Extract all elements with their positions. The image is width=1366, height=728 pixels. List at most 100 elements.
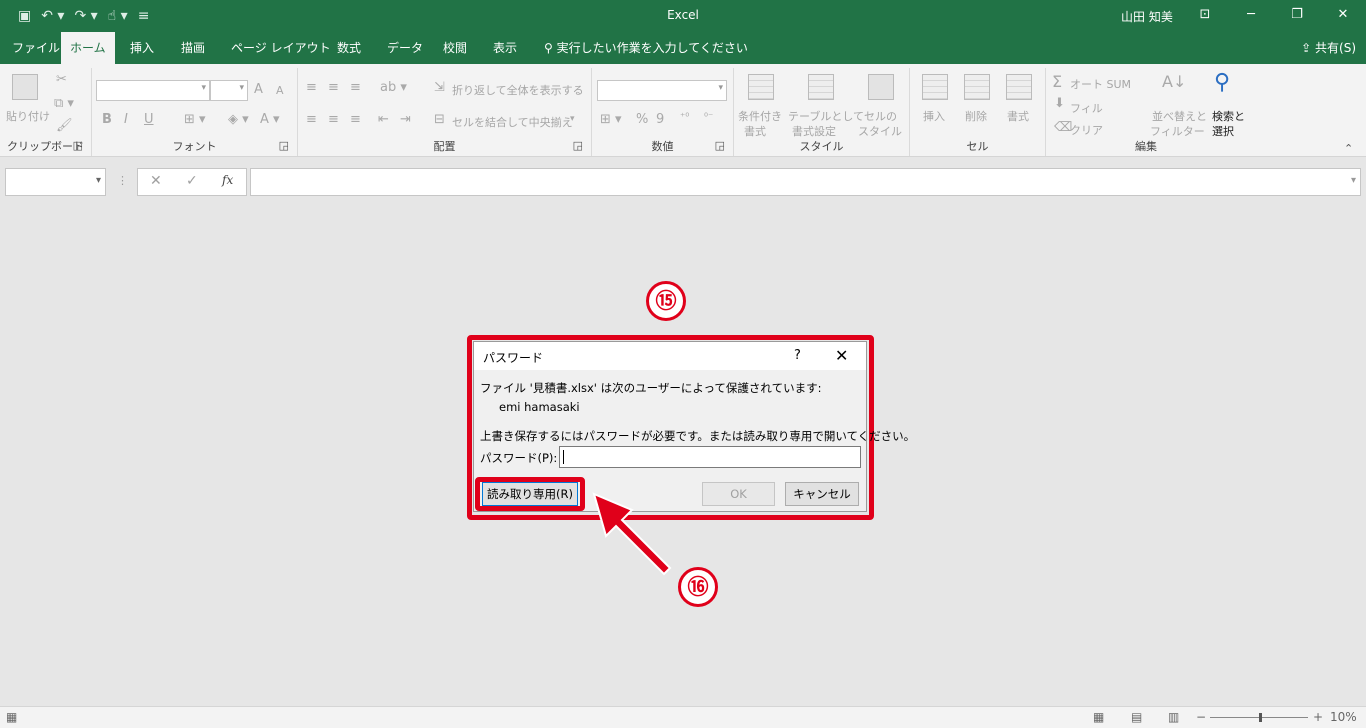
border-icon[interactable]: ⊞ ▾: [184, 112, 206, 127]
tab-page-layout[interactable]: ページ レイアウト: [222, 32, 340, 64]
ok-button[interactable]: OK: [702, 482, 775, 506]
increase-decimal-icon[interactable]: ⁺⁰: [680, 112, 689, 123]
dialog-launcher-icon[interactable]: ◲: [279, 139, 289, 152]
align-top-icon[interactable]: ≡: [306, 80, 317, 95]
dialog-launcher-icon[interactable]: ◲: [73, 139, 83, 152]
italic-button[interactable]: I: [124, 112, 128, 127]
format-cells-label[interactable]: 書式: [1007, 108, 1029, 124]
align-bottom-icon[interactable]: ≡: [350, 80, 361, 95]
align-center-icon[interactable]: ≡: [328, 112, 339, 127]
align-right-icon[interactable]: ≡: [350, 112, 361, 127]
formula-bar-grip[interactable]: ⋮: [117, 174, 128, 187]
fill-button[interactable]: フィル: [1070, 100, 1103, 116]
merge-icon[interactable]: ⊟: [434, 112, 445, 127]
collapse-ribbon-icon[interactable]: ⌃: [1344, 142, 1353, 155]
comma-button[interactable]: 9: [656, 112, 664, 127]
clear-button[interactable]: クリア: [1070, 122, 1103, 138]
tab-file[interactable]: ファイル: [3, 32, 69, 64]
close-icon[interactable]: ✕: [1320, 0, 1366, 32]
share-button[interactable]: ⇪ 共有(S): [1301, 32, 1356, 64]
insert-cells-icon[interactable]: [922, 74, 948, 100]
tell-me-box[interactable]: ⚲ 実行したい作業を入力してください: [544, 32, 748, 64]
font-color-icon[interactable]: A ▾: [260, 112, 280, 127]
find-select-label-2[interactable]: 選択: [1212, 123, 1234, 139]
shrink-font-icon[interactable]: A: [276, 84, 284, 97]
align-middle-icon[interactable]: ≡: [328, 80, 339, 95]
cell-styles-label-2[interactable]: スタイル: [858, 123, 902, 139]
conditional-format-icon[interactable]: [748, 74, 774, 100]
restore-icon[interactable]: ❐: [1274, 0, 1320, 32]
fill-color-icon[interactable]: ◈ ▾: [228, 112, 249, 127]
dialog-launcher-icon[interactable]: ◲: [573, 139, 583, 152]
sort-filter-label-2[interactable]: フィルター: [1150, 123, 1205, 139]
cancel-entry-icon[interactable]: ✕: [150, 173, 162, 189]
find-select-label-1[interactable]: 検索と: [1212, 108, 1245, 124]
paste-label[interactable]: 貼り付け: [6, 108, 50, 124]
dialog-launcher-icon[interactable]: ◲: [715, 139, 725, 152]
conditional-format-label-2[interactable]: 書式: [744, 123, 766, 139]
format-as-table-label-1[interactable]: テーブルとして: [788, 108, 864, 124]
merge-center-button[interactable]: セルを結合して中央揃え: [452, 114, 573, 130]
insert-cells-label[interactable]: 挿入: [923, 108, 945, 124]
autosum-button[interactable]: オート SUM: [1070, 76, 1131, 92]
cell-styles-icon[interactable]: [868, 74, 894, 100]
number-format-combo[interactable]: [597, 80, 727, 101]
tab-review[interactable]: 校閲: [434, 32, 476, 64]
find-select-icon[interactable]: ⚲: [1214, 70, 1230, 95]
format-cells-icon[interactable]: [1006, 74, 1032, 100]
page-layout-view-icon[interactable]: ▤: [1131, 710, 1142, 724]
zoom-in-button[interactable]: +: [1313, 710, 1323, 724]
formula-input[interactable]: [250, 168, 1361, 196]
zoom-level[interactable]: 10%: [1330, 710, 1357, 724]
tab-home[interactable]: ホーム: [61, 32, 115, 64]
help-icon[interactable]: ?: [794, 348, 801, 363]
tab-view[interactable]: 表示: [484, 32, 526, 64]
zoom-slider-thumb[interactable]: [1259, 713, 1262, 722]
underline-button[interactable]: U: [144, 112, 154, 127]
sort-filter-label-1[interactable]: 並べ替えと: [1152, 108, 1207, 124]
cancel-button[interactable]: キャンセル: [785, 482, 859, 506]
bold-button[interactable]: B: [102, 112, 112, 127]
increase-indent-icon[interactable]: ⇥: [400, 112, 411, 127]
close-icon[interactable]: ✕: [835, 346, 848, 365]
paste-icon[interactable]: [12, 74, 38, 100]
tab-data[interactable]: データ: [378, 32, 432, 64]
delete-cells-icon[interactable]: [964, 74, 990, 100]
page-break-view-icon[interactable]: ▥: [1168, 710, 1179, 724]
decrease-indent-icon[interactable]: ⇤: [378, 112, 389, 127]
cell-styles-label-1[interactable]: セルの: [864, 108, 897, 124]
format-as-table-icon[interactable]: [808, 74, 834, 100]
normal-view-icon[interactable]: ▦: [1093, 710, 1104, 724]
macro-record-icon[interactable]: ▦: [6, 710, 17, 724]
tab-formulas[interactable]: 数式: [328, 32, 370, 64]
copy-icon[interactable]: ⧉ ▾: [54, 96, 74, 111]
cut-icon[interactable]: ✂: [56, 72, 67, 87]
wrap-text-icon[interactable]: ⇲: [434, 80, 445, 95]
orientation-icon[interactable]: ab ▾: [380, 80, 407, 95]
grow-font-icon[interactable]: A: [254, 82, 263, 97]
sort-filter-icon[interactable]: A↓: [1162, 72, 1186, 91]
percent-button[interactable]: %: [636, 112, 648, 127]
font-name-combo[interactable]: [96, 80, 210, 101]
ribbon-display-icon[interactable]: ⊡: [1182, 0, 1228, 32]
delete-cells-label[interactable]: 削除: [965, 108, 987, 124]
insert-function-icon[interactable]: fx: [222, 173, 233, 187]
align-left-icon[interactable]: ≡: [306, 112, 317, 127]
chevron-down-icon[interactable]: ▾: [570, 114, 575, 124]
minimize-icon[interactable]: ─: [1228, 0, 1274, 32]
tab-draw[interactable]: 描画: [172, 32, 214, 64]
name-box[interactable]: [5, 168, 106, 196]
format-as-table-label-2[interactable]: 書式設定: [792, 123, 836, 139]
font-size-combo[interactable]: [210, 80, 248, 101]
fill-icon[interactable]: ⬇: [1054, 96, 1065, 111]
decrease-decimal-icon[interactable]: ⁰⁻: [704, 112, 713, 123]
autosum-icon[interactable]: Σ: [1052, 72, 1062, 91]
tab-insert[interactable]: 挿入: [121, 32, 163, 64]
format-painter-icon[interactable]: 🖌: [56, 118, 73, 133]
wrap-text-button[interactable]: 折り返して全体を表示する: [452, 82, 584, 98]
zoom-out-button[interactable]: −: [1196, 710, 1206, 724]
password-input[interactable]: [559, 446, 861, 468]
currency-icon[interactable]: ⊞ ▾: [600, 112, 622, 127]
enter-entry-icon[interactable]: ✓: [186, 173, 198, 189]
user-name[interactable]: 山田 知美: [1121, 8, 1173, 25]
